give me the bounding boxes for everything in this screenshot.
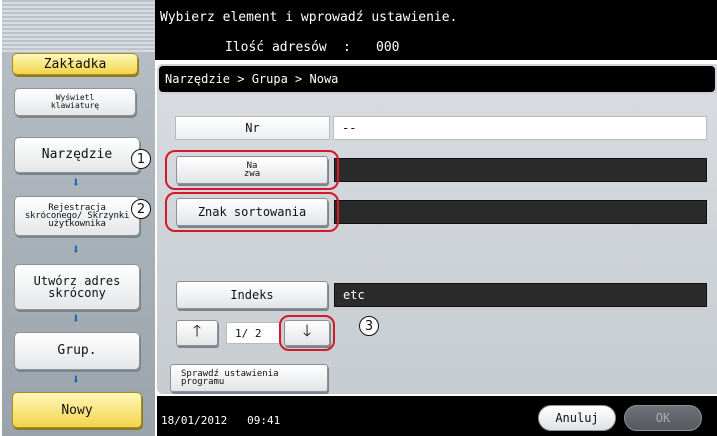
callout-number-3: 3: [359, 316, 379, 336]
address-count-label: Ilość adresów: [225, 40, 327, 55]
address-count-value: 000: [376, 40, 400, 55]
step-nowy-label: Nowy: [61, 402, 93, 418]
callout-number-1: 1: [131, 149, 151, 169]
cancel-button[interactable]: Anuluj: [538, 405, 616, 431]
bookmark-tab[interactable]: Zakładka: [12, 53, 138, 75]
step-narzedzie-label: Narzędzie: [41, 147, 113, 162]
callout-highlight-sort: [165, 192, 339, 232]
step-grup-label: Grup.: [57, 343, 97, 358]
step-narzedzie-button[interactable]: Narzędzie: [14, 137, 140, 173]
page-up-button[interactable]: 🡑: [176, 320, 218, 346]
step-grup-button[interactable]: Grup.: [14, 332, 140, 370]
arrow-down-icon: ⬇: [71, 311, 81, 327]
step-rejestracja-label: Rejestracja skróconego/ Skrzynki użytkow…: [24, 203, 130, 229]
check-program-button[interactable]: Sprawdź ustawienia programu: [170, 364, 328, 392]
arrow-down-icon: ⬇: [71, 372, 81, 388]
callout-number-2: 2: [131, 199, 151, 219]
instruction-text: Wybierz element i wprowadź ustawienie.: [160, 10, 458, 25]
step-utworz-adres-button[interactable]: Utwórz adres skrócony: [14, 264, 140, 310]
breadcrumb: Narzędzie > Grupa > Nowa: [157, 64, 717, 94]
index-button[interactable]: Indeks: [176, 281, 328, 309]
callout-highlight-name: [165, 150, 339, 190]
step-utworz-adres-label: Utwórz adres skrócony: [33, 274, 121, 300]
sort-char-value: [334, 200, 707, 224]
arrow-down-icon: ⬇: [71, 242, 81, 258]
bookmark-tab-label: Zakładka: [43, 56, 107, 72]
step-rejestracja-button[interactable]: Rejestracja skróconego/ Skrzynki użytkow…: [14, 196, 140, 236]
message-bar: Wybierz element i wprowadź ustawienie. I…: [155, 0, 717, 60]
rail-top-stripes: [2, 0, 155, 52]
ok-button[interactable]: OK: [624, 405, 702, 431]
nr-label: Nr: [175, 116, 330, 140]
name-value: [334, 158, 707, 182]
address-count-separator: :: [343, 40, 351, 55]
nr-value: --: [333, 116, 707, 140]
callout-highlight-page-down: [279, 315, 335, 351]
arrow-down-icon: ⬇: [71, 175, 81, 191]
index-button-label: Indeks: [230, 288, 274, 302]
check-program-label: Sprawdź ustawienia programu: [181, 369, 279, 387]
page-indicator: 1/ 2: [226, 322, 280, 344]
index-value: etc: [334, 283, 707, 307]
arrow-up-icon: 🡑: [192, 320, 202, 340]
cancel-button-label: Anuluj: [555, 411, 599, 425]
step-nowy-tab[interactable]: Nowy: [12, 392, 142, 428]
show-keyboard-button[interactable]: Wyświetl klawiaturę: [14, 88, 136, 116]
ok-button-label: OK: [655, 411, 671, 425]
datetime-text: 18/01/2012 09:41: [161, 414, 281, 427]
show-keyboard-label: Wyświetl klawiaturę: [50, 93, 100, 110]
